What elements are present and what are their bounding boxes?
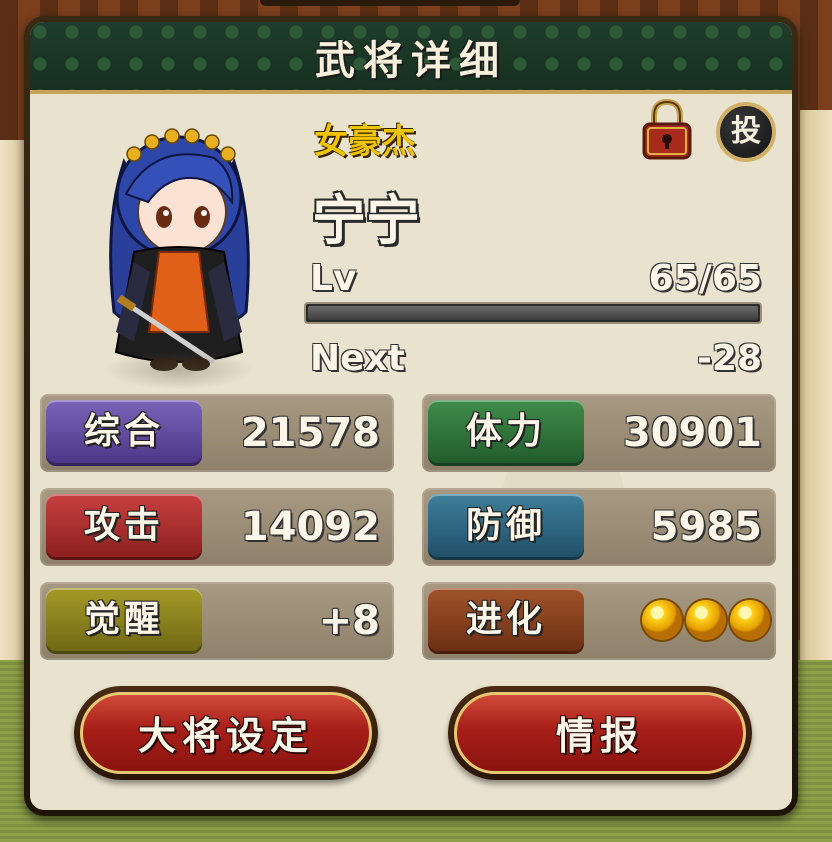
info-label: 情报 bbox=[555, 714, 644, 758]
stat-value: 14092 bbox=[240, 504, 380, 550]
stat-label: 进化 bbox=[428, 588, 584, 654]
stat-label: 综合 bbox=[46, 400, 202, 466]
level-label: Lv bbox=[310, 258, 357, 299]
set-leader-button[interactable]: 大将设定 bbox=[74, 686, 378, 780]
lock-icon bbox=[642, 98, 692, 160]
gold-coin-icon bbox=[730, 600, 770, 640]
gold-coin-icon bbox=[642, 600, 682, 640]
stat-defense: 防御 5985 bbox=[422, 488, 776, 566]
next-label: Next bbox=[310, 338, 405, 379]
lock-button[interactable] bbox=[640, 98, 694, 160]
page-title: 武将详细 bbox=[315, 38, 507, 84]
stat-evolution: 进化 bbox=[422, 582, 776, 660]
next-value: -28 bbox=[696, 338, 762, 379]
stat-label: 体力 bbox=[428, 400, 584, 466]
info-button[interactable]: 情报 bbox=[448, 686, 752, 780]
character-name: 宁宁 bbox=[312, 189, 420, 252]
stat-hp: 体力 30901 bbox=[422, 394, 776, 472]
exp-bar bbox=[304, 302, 762, 324]
exp-bar-fill bbox=[308, 306, 758, 320]
level-value: 65/65 bbox=[648, 258, 762, 299]
background-wall-right bbox=[800, 110, 832, 670]
stat-value: 5985 bbox=[650, 504, 762, 550]
stat-label: 防御 bbox=[428, 494, 584, 560]
throw-button[interactable]: 投 bbox=[716, 102, 776, 162]
stat-value: 30901 bbox=[622, 410, 762, 456]
portrait-shadow bbox=[104, 350, 254, 390]
stat-total: 综合 21578 bbox=[40, 394, 394, 472]
stat-awaken: 觉醒 +8 bbox=[40, 582, 394, 660]
background-wall-left bbox=[0, 140, 26, 660]
set-leader-button-face[interactable]: 大将设定 bbox=[80, 692, 372, 774]
info-button-face[interactable]: 情报 bbox=[454, 692, 746, 774]
general-detail-panel: 武将详细 女豪杰 宁宁 投 Lv 65/65 Next -28 综合 21578… bbox=[24, 16, 798, 816]
stat-label: 觉醒 bbox=[46, 588, 202, 654]
stat-value: 21578 bbox=[240, 410, 380, 456]
set-leader-label: 大将设定 bbox=[137, 714, 314, 758]
stat-attack: 攻击 14092 bbox=[40, 488, 394, 566]
character-portrait bbox=[64, 102, 294, 402]
stat-value: +8 bbox=[318, 598, 380, 644]
rarity-label: 女豪杰 bbox=[314, 122, 416, 162]
background-frame bbox=[260, 0, 520, 6]
stat-label: 攻击 bbox=[46, 494, 202, 560]
gold-coin-icon bbox=[686, 600, 726, 640]
title-bar: 武将详细 bbox=[30, 22, 792, 94]
